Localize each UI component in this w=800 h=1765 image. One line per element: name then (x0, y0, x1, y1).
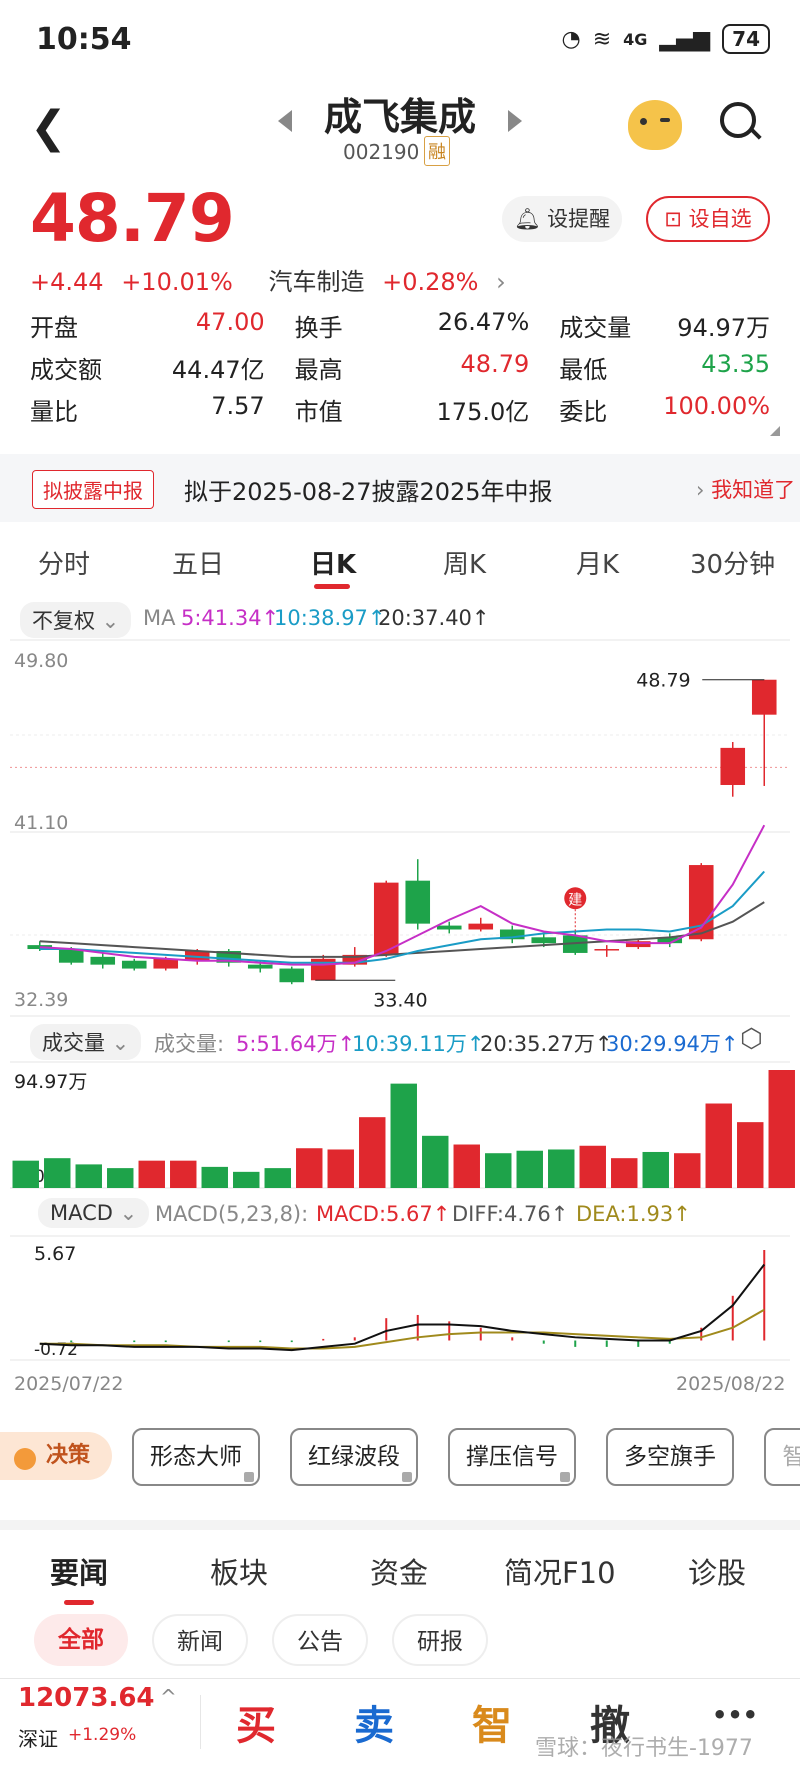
decision-label: 决策 (46, 1443, 91, 1468)
buy-button[interactable]: 买 (236, 1693, 276, 1751)
volume-bar (170, 1160, 197, 1188)
price-axis-min: 32.39 (14, 989, 68, 1011)
filter-announcement[interactable]: 公告 (272, 1614, 368, 1666)
lock-icon (244, 1472, 254, 1482)
candle-body (751, 679, 777, 715)
x-label-start: 2025/07/22 (14, 1373, 124, 1395)
volume-bar (768, 1070, 795, 1188)
volume-bar (485, 1153, 512, 1188)
divider (200, 1695, 201, 1749)
volume-bar (390, 1083, 417, 1188)
macd-axis-max: 5.67 (34, 1243, 76, 1265)
chevron-up-icon[interactable]: ^ (160, 1685, 177, 1709)
volume-bar (138, 1160, 165, 1188)
index-pct: +1.29% (68, 1725, 137, 1745)
volume-bar (611, 1158, 638, 1188)
tool-label: 多空旗手 (624, 1444, 716, 1470)
dea-line (39, 1308, 765, 1350)
lock-icon (402, 1472, 412, 1482)
watermark: 雪球：夜行书生-1977 (535, 1736, 753, 1761)
volume-bar (44, 1158, 71, 1188)
stock-detail-page: 10:54 ◔ ≋ 4G ▂▄▆ 74 ❮ 成飞集成 002190 融 48.7… (0, 0, 800, 1765)
volume-bar (516, 1150, 543, 1188)
candle-body (90, 956, 116, 965)
volume-bar (548, 1149, 575, 1188)
volume-bar (453, 1144, 480, 1188)
tab-headlines[interactable]: 要闻 (50, 1550, 108, 1592)
volume-bar (705, 1103, 732, 1188)
smart-button[interactable]: 智 (472, 1693, 512, 1751)
news-active-indicator (64, 1600, 94, 1605)
ma10-line (39, 870, 765, 964)
tool-label: 智 (783, 1444, 800, 1470)
volume-bar (233, 1171, 260, 1188)
x-label-end: 2025/08/22 (676, 1373, 786, 1395)
volume-bar (327, 1149, 354, 1188)
tool-bull-bear-flag[interactable]: 多空旗手 (606, 1428, 734, 1486)
news-tabs: 要闻 板块 资金 简况F10 诊股 (0, 1540, 800, 1610)
candle-body (594, 949, 620, 951)
decision-icon (14, 1448, 36, 1470)
volume-bar (296, 1148, 323, 1188)
tool-label: 红绿波段 (308, 1444, 400, 1470)
section-divider (0, 1520, 800, 1530)
tool-pattern-master[interactable]: 形态大师 (132, 1428, 260, 1486)
more-icon[interactable]: ••• (712, 1701, 758, 1729)
ma20-line (39, 901, 765, 958)
volume-bar (264, 1168, 291, 1188)
candle-body (279, 968, 305, 983)
lock-icon (560, 1472, 570, 1482)
kline-chart[interactable]: 49.80 41.10 32.39 94.97万 0 5.67 -0.72 20… (0, 0, 800, 1420)
ma5-line (39, 824, 766, 966)
tool-red-green-band[interactable]: 红绿波段 (290, 1428, 418, 1486)
volume-bar (642, 1151, 669, 1188)
index-name: 深证 (18, 1727, 58, 1751)
volume-bar (201, 1166, 228, 1188)
filter-research[interactable]: 研报 (392, 1614, 488, 1666)
price-axis-mid: 41.10 (14, 812, 68, 834)
decision-tools-row: 决策 形态大师 红绿波段 撑压信号 多空旗手 智 (0, 1428, 800, 1488)
volume-bar (107, 1168, 134, 1188)
news-filter-row: 全部 新闻 公告 研报 (0, 1614, 800, 1670)
filter-all[interactable]: 全部 (34, 1614, 128, 1666)
candle-body (436, 925, 462, 930)
sell-button[interactable]: 卖 (354, 1693, 394, 1751)
volume-bar (674, 1153, 701, 1188)
volume-bar (12, 1160, 39, 1188)
tab-sector[interactable]: 板块 (210, 1550, 268, 1592)
candle-body (247, 964, 273, 969)
decision-tag[interactable]: 决策 (0, 1432, 112, 1480)
index-value[interactable]: 12073.64 (18, 1683, 155, 1713)
candle-body (121, 960, 147, 969)
volume-axis-max: 94.97万 (14, 1071, 87, 1093)
high-price-label: 48.79 (636, 670, 690, 692)
price-axis-max: 49.80 (14, 650, 68, 672)
tool-label: 撑压信号 (466, 1444, 558, 1470)
tool-support-pressure[interactable]: 撑压信号 (448, 1428, 576, 1486)
candle-body (373, 882, 399, 955)
candle-body (531, 937, 557, 944)
candle-body (468, 923, 494, 930)
candle-body (720, 747, 746, 785)
tool-smart[interactable]: 智 (764, 1428, 800, 1486)
volume-bar (737, 1122, 764, 1188)
low-price-label: 33.40 (373, 989, 427, 1011)
tab-diagnosis[interactable]: 诊股 (688, 1550, 746, 1592)
tool-label: 形态大师 (150, 1444, 242, 1470)
candle-body (405, 880, 431, 924)
volume-bar (422, 1135, 449, 1188)
volume-bar (75, 1164, 102, 1188)
tab-capital[interactable]: 资金 (370, 1550, 428, 1592)
volume-bar (359, 1117, 386, 1188)
filter-news[interactable]: 新闻 (152, 1614, 248, 1666)
tab-f10[interactable]: 简况F10 (504, 1550, 616, 1592)
volume-bar (579, 1145, 606, 1188)
build-position-label: 建 (568, 892, 582, 908)
